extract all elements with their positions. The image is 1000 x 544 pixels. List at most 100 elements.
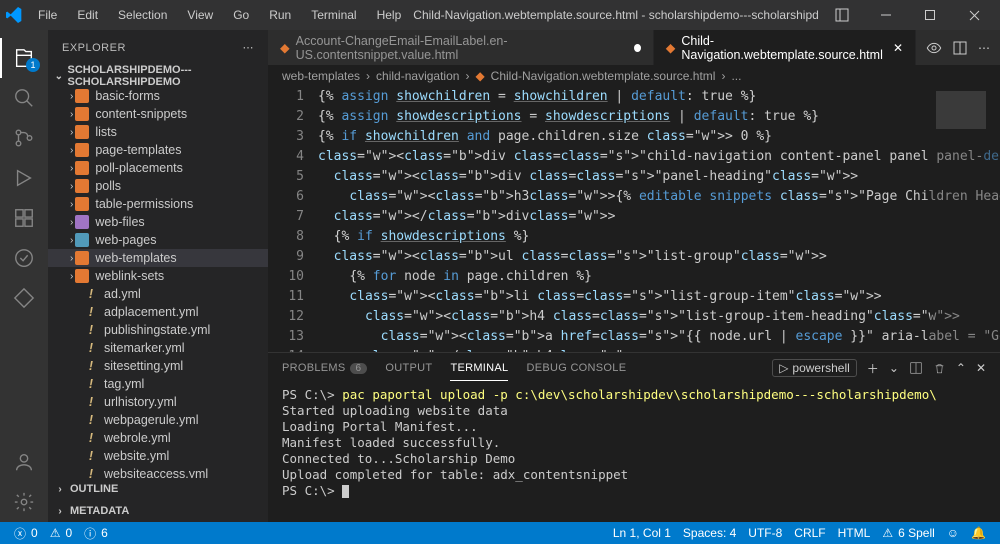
panel-tab-terminal[interactable]: TERMINAL <box>450 356 508 381</box>
unsaved-dot-icon <box>634 44 641 52</box>
close-button[interactable] <box>954 0 994 30</box>
tree-folder[interactable]: ›web-files <box>48 213 268 231</box>
breadcrumb[interactable]: web-templates› child-navigation› ◆Child-… <box>268 65 1000 87</box>
tree-file[interactable]: !publishingstate.yml <box>48 321 268 339</box>
tree-folder[interactable]: ›table-permissions <box>48 195 268 213</box>
activity-run[interactable] <box>0 158 48 198</box>
maximize-button[interactable] <box>910 0 950 30</box>
menu-edit[interactable]: Edit <box>69 4 106 26</box>
bell-icon: 🔔 <box>971 526 986 540</box>
status-eol[interactable]: CRLF <box>788 526 831 540</box>
folder-icon <box>75 89 89 103</box>
more-icon[interactable]: ⋯ <box>243 41 255 54</box>
tree-file[interactable]: !webpagerule.yml <box>48 411 268 429</box>
minimize-button[interactable] <box>866 0 906 30</box>
close-tab-icon[interactable]: ✕ <box>893 41 903 55</box>
status-lncol[interactable]: Ln 1, Col 1 <box>607 526 677 540</box>
split-icon[interactable] <box>952 40 968 56</box>
more-icon[interactable]: ⋯ <box>978 41 990 55</box>
tree-folder[interactable]: ›page-templates <box>48 141 268 159</box>
activity-settings[interactable] <box>0 482 48 522</box>
tree-file[interactable]: !tag.yml <box>48 375 268 393</box>
activity-search[interactable] <box>0 78 48 118</box>
tree-file[interactable]: !urlhistory.yml <box>48 393 268 411</box>
activity-source-control[interactable] <box>0 118 48 158</box>
activity-explorer[interactable]: 1 <box>0 38 48 78</box>
layout-icon[interactable] <box>822 0 862 30</box>
menu-file[interactable]: File <box>30 4 65 26</box>
terminal-output[interactable]: PS C:\> pac paportal upload -p c:\dev\sc… <box>268 383 1000 522</box>
activity-powerplatform[interactable] <box>0 278 48 318</box>
folder-icon <box>75 215 89 229</box>
tree-folder[interactable]: ›content-snippets <box>48 105 268 123</box>
tree-file[interactable]: !website.yml <box>48 447 268 465</box>
chevron-right-icon: › <box>70 217 73 228</box>
menu-terminal[interactable]: Terminal <box>303 4 364 26</box>
tree-file[interactable]: !sitemarker.yml <box>48 339 268 357</box>
tab-inactive[interactable]: ◆ Account-ChangeEmail-EmailLabel.en-US.c… <box>268 30 654 65</box>
file-tree[interactable]: ›basic-forms›content-snippets›lists›page… <box>48 87 268 478</box>
yml-icon: ! <box>84 377 98 391</box>
yml-icon: ! <box>84 467 98 478</box>
kill-terminal-icon[interactable] <box>933 362 946 375</box>
tree-folder[interactable]: ›lists <box>48 123 268 141</box>
activity-account[interactable] <box>0 442 48 482</box>
feedback-icon: ☺ <box>947 526 959 540</box>
yml-icon: ! <box>84 431 98 445</box>
chevron-down-icon[interactable]: ⌄ <box>889 361 899 375</box>
vscode-logo-icon <box>6 7 22 23</box>
close-panel-icon[interactable]: ✕ <box>976 361 986 375</box>
panel-tab-output[interactable]: OUTPUT <box>385 356 432 380</box>
minimap[interactable] <box>930 87 1000 352</box>
menu-run[interactable]: Run <box>261 4 299 26</box>
status-encoding[interactable]: UTF-8 <box>742 526 788 540</box>
file-icon: ◆ <box>666 40 676 55</box>
tree-file[interactable]: !ad.yml <box>48 285 268 303</box>
code-editor[interactable]: 123456789101112131415161718 {% assign sh… <box>268 87 1000 352</box>
maximize-panel-icon[interactable]: ⌃ <box>956 361 966 375</box>
status-spell[interactable]: ⚠6 Spell <box>876 526 940 540</box>
tree-folder[interactable]: ›weblink-sets <box>48 267 268 285</box>
title-bar: File Edit Selection View Go Run Terminal… <box>0 0 1000 30</box>
panel-tab-problems[interactable]: PROBLEMS6 <box>282 356 367 380</box>
status-warnings[interactable]: ⚠0 <box>44 522 78 544</box>
menu-go[interactable]: Go <box>225 4 257 26</box>
tree-folder[interactable]: ›polls <box>48 177 268 195</box>
new-terminal-icon[interactable]: ＋ <box>867 360 879 377</box>
status-errors[interactable]: ⓧ0 <box>8 522 44 544</box>
folder-icon <box>75 107 89 121</box>
editor-area: ◆ Account-ChangeEmail-EmailLabel.en-US.c… <box>268 30 1000 522</box>
status-lang[interactable]: HTML <box>832 526 877 540</box>
tree-folder[interactable]: ›basic-forms <box>48 87 268 105</box>
tab-active[interactable]: ◆ Child-Navigation.webtemplate.source.ht… <box>654 30 916 65</box>
file-icon: ◆ <box>280 40 290 55</box>
menu-selection[interactable]: Selection <box>110 4 175 26</box>
menu-view[interactable]: View <box>179 4 221 26</box>
status-info[interactable]: ⓘ6 <box>78 522 114 544</box>
status-feedback[interactable]: ☺ <box>941 526 965 540</box>
status-spaces[interactable]: Spaces: 4 <box>677 526 742 540</box>
tree-file[interactable]: !adplacement.yml <box>48 303 268 321</box>
preview-icon[interactable] <box>926 40 942 56</box>
sidebar-project[interactable]: ⌄ SCHOLARSHIPDEMO---SCHOLARSHIPDEMO <box>48 65 268 87</box>
tree-folder[interactable]: ›web-pages <box>48 231 268 249</box>
chevron-right-icon: › <box>70 91 73 102</box>
activity-test[interactable] <box>0 238 48 278</box>
tree-file[interactable]: !websiteaccess.yml <box>48 465 268 478</box>
sidebar-metadata[interactable]: ›METADATA <box>48 500 268 522</box>
activity-extensions[interactable] <box>0 198 48 238</box>
menu-help[interactable]: Help <box>369 4 410 26</box>
folder-icon <box>75 143 89 157</box>
split-terminal-icon[interactable] <box>909 361 923 375</box>
terminal-shell-picker[interactable]: ▷powershell <box>772 359 857 377</box>
tree-file[interactable]: !sitesetting.yml <box>48 357 268 375</box>
tree-file[interactable]: !webrole.yml <box>48 429 268 447</box>
chevron-right-icon: › <box>70 109 73 120</box>
panel-tab-debug[interactable]: DEBUG CONSOLE <box>526 356 626 380</box>
tree-folder[interactable]: ›web-templates <box>48 249 268 267</box>
tree-folder[interactable]: ›poll-placements <box>48 159 268 177</box>
code-content[interactable]: {% assign showchildren = showchildren | … <box>318 87 1000 352</box>
sidebar-outline[interactable]: ›OUTLINE <box>48 478 268 500</box>
status-bell[interactable]: 🔔 <box>965 526 992 540</box>
chevron-down-icon: ⌄ <box>52 71 66 82</box>
